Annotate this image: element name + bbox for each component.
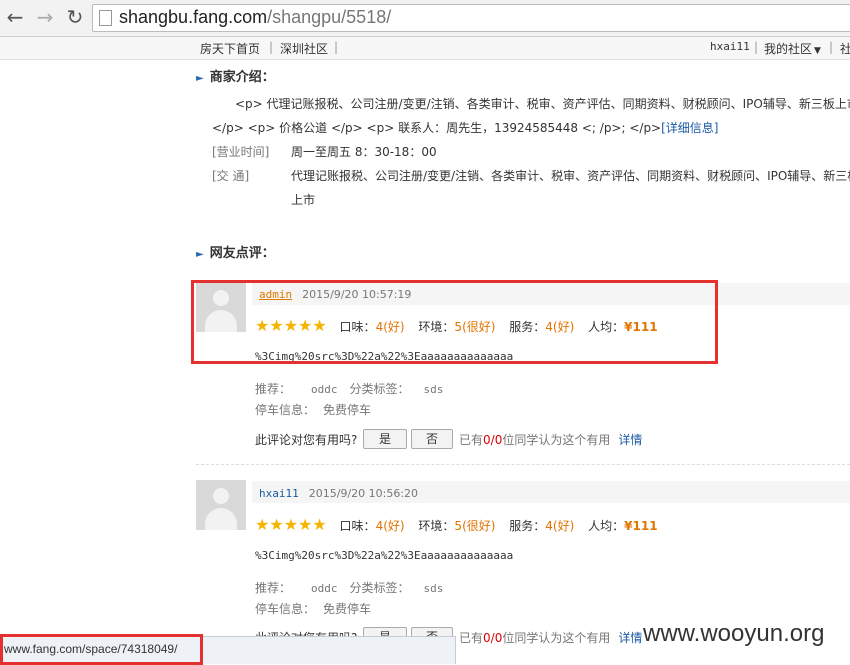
nav-city-link[interactable]: 深圳社区 [280,40,328,57]
comments-section-title: ► 网友点评： [196,246,275,261]
detail-info-link[interactable]: [详细信息] [661,121,718,135]
triangle-bullet-icon: ► [196,249,204,260]
nav-separator: | [334,40,339,54]
star-rating-icon: ★★★★★ [255,515,327,534]
review-parking: 停车信息： 免费停车 [255,403,372,417]
watermark: www.wooyun.org [643,620,825,647]
merchant-section-title: ► 商家介绍： [196,70,275,85]
nav-my-community[interactable]: 我的社区 ▼ [764,40,821,57]
merchant-intro-line2: </p> <p> 价格公道 </p> <p> 联系人：周先生，139245854… [212,121,719,135]
review-parking: 停车信息： 免费停车 [255,602,372,616]
traffic-value-line2: 上市 [291,193,316,207]
review-meta: hxai11 2015/9/20 10:56:20 [259,486,418,500]
nav-username[interactable]: hxai11 [710,40,750,53]
traffic-label: [交 通] [212,169,250,183]
nav-home-link[interactable]: 房天下首页 [200,40,260,57]
useful-count-text: 已有0/0位同学认为这个有用 详情 [459,433,643,447]
useful-question: 此评论对您有用吗? [255,433,358,447]
chevron-down-icon: ▼ [814,46,821,56]
review-time: 2015/9/20 10:56:20 [308,487,419,500]
review-divider [196,464,850,465]
nav-next-item[interactable]: 社 [840,40,850,57]
forward-arrow-icon[interactable]: → [34,6,56,28]
highlight-box [0,634,203,665]
review-username-link[interactable]: hxai11 [259,487,299,500]
nav-separator: | [829,40,834,54]
nav-separator: | [269,40,274,54]
reload-icon[interactable]: ↻ [64,6,86,28]
review-tags: 推荐： oddc 分类标签： sds [255,581,444,595]
nav-separator: | [754,40,759,54]
review-detail-link[interactable]: 详情 [618,631,642,645]
review-ratings: ★★★★★ 口味：4(好) 环境：5(很好) 服务：4(好) 人均：¥111 [255,515,658,534]
avatar[interactable] [196,480,246,530]
triangle-bullet-icon: ► [196,73,204,84]
useful-count-text: 已有0/0位同学认为这个有用 详情 [459,631,643,645]
browser-toolbar: ← → ↻ shangbu.fang.com/shangpu/5518/ [0,0,850,37]
hours-label: [营业时间] [212,145,270,159]
back-arrow-icon[interactable]: ← [4,6,26,28]
highlight-box [191,280,718,364]
useful-no-button[interactable]: 否 [411,429,453,449]
merchant-intro-line1: <p> 代理记账报税、公司注册/变更/注销、各类审计、税审、资产评估、同期资料、… [235,97,850,111]
review-content: %3Cimg%20src%3D%22a%22%3Eaaaaaaaaaaaaaa [255,549,514,562]
site-top-nav: 房天下首页 | 深圳社区 | hxai11 | 我的社区 ▼ | 社 [0,37,850,60]
traffic-value-line1: 代理记账报税、公司注册/变更/注销、各类审计、税审、资产评估、同期资料、财税顾问… [291,169,850,183]
url-text[interactable]: shangbu.fang.com/shangpu/5518/ [119,7,391,28]
review-detail-link[interactable]: 详情 [618,433,642,447]
hours-value: 周一至周五 8：30-18：00 [291,145,437,159]
review-tags: 推荐： oddc 分类标签： sds [255,382,444,396]
useful-yes-button[interactable]: 是 [363,429,407,449]
address-bar[interactable]: shangbu.fang.com/shangpu/5518/ [92,4,850,32]
page-icon [99,10,112,26]
